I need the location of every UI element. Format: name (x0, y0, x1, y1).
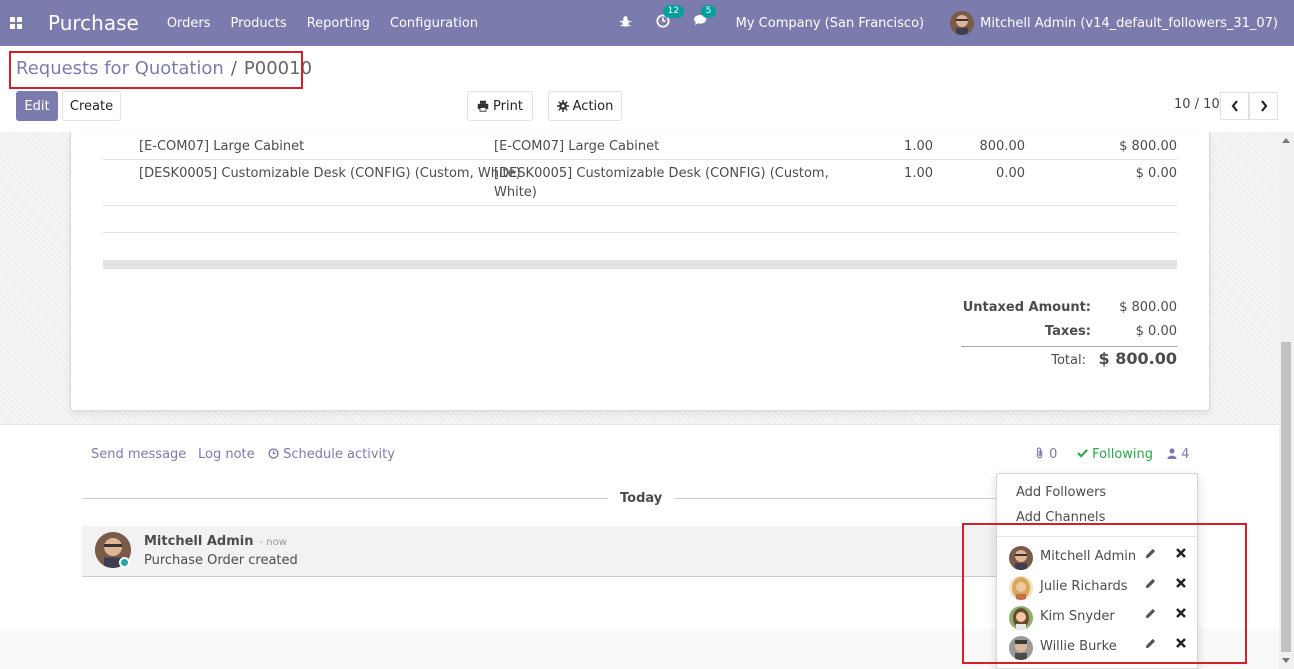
pager-previous-button[interactable] (1220, 92, 1249, 120)
app-name[interactable]: Purchase (48, 11, 139, 35)
line-product[interactable]: [DESK0005] Customizable Desk (CONFIG) (C… (139, 164, 521, 183)
message-body: Purchase Order created (144, 553, 298, 568)
line-subtotal: $ 800.00 (1119, 139, 1177, 154)
message-time: - now (259, 537, 287, 548)
company-switcher[interactable]: My Company (San Francisco) (736, 16, 924, 31)
user-icon (1167, 448, 1177, 459)
online-status-indicator (119, 557, 130, 568)
line-description-cont[interactable]: White) (494, 183, 537, 202)
empty-line-row (103, 206, 1177, 233)
breadcrumb-highlight-box (9, 51, 303, 89)
edit-button[interactable]: Edit (16, 91, 58, 121)
line-quantity[interactable]: 1.00 (863, 137, 933, 156)
line-subtotal: $ 0.00 (1135, 166, 1177, 181)
attachments-button[interactable]: 0 (1035, 447, 1057, 462)
message-author-name: Mitchell Admin (144, 534, 254, 549)
print-icon (477, 100, 489, 112)
gear-icon (556, 100, 569, 112)
line-product[interactable]: [E-COM07] Large Cabinet (139, 137, 304, 156)
create-button[interactable]: Create (62, 91, 121, 121)
menu-reporting[interactable]: Reporting (307, 16, 370, 31)
scroll-thumb[interactable] (1281, 342, 1291, 652)
action-label: Action (572, 98, 614, 114)
message-author[interactable]: Mitchell Admin - now (144, 534, 287, 549)
top-navbar: Purchase Orders Products Reporting Confi… (0, 0, 1294, 46)
untaxed-amount-value: $ 800.00 (1119, 300, 1177, 315)
message-count-badge: 5 (700, 5, 717, 18)
following-button[interactable]: Following (1077, 447, 1153, 462)
line-unit-price[interactable]: 0.00 (955, 164, 1025, 183)
menu-configuration[interactable]: Configuration (390, 16, 478, 31)
followers-count: 4 (1181, 447, 1190, 462)
order-line-row[interactable]: [E-COM07] Large Cabinet [E-COM07] Large … (103, 132, 1177, 160)
followers-button[interactable]: 4 (1167, 447, 1189, 462)
form-sheet: [E-COM07] Large Cabinet [E-COM07] Large … (70, 132, 1210, 411)
activity-clock-icon[interactable]: 12 (656, 5, 685, 32)
lines-footer (103, 260, 1177, 269)
totals-divider (961, 346, 1177, 347)
user-avatar[interactable] (950, 11, 975, 35)
check-icon (1077, 449, 1088, 458)
apps-menu-icon[interactable] (0, 0, 32, 46)
menu-orders[interactable]: Orders (167, 16, 211, 31)
action-button[interactable]: Action (548, 91, 622, 121)
empty-line-row (103, 233, 1177, 260)
schedule-activity-label: Schedule activity (283, 447, 395, 462)
untaxed-amount-label: Untaxed Amount: (962, 300, 1091, 315)
taxes-value: $ 0.00 (1135, 324, 1177, 339)
menu-products[interactable]: Products (231, 16, 287, 31)
chevron-left-icon (1231, 100, 1238, 112)
scroll-up-arrow[interactable] (1282, 138, 1290, 143)
paperclip-icon (1036, 447, 1043, 459)
user-menu[interactable]: Mitchell Admin (v14_default_followers_31… (980, 16, 1278, 31)
print-button[interactable]: Print (467, 91, 533, 121)
total-value: $ 800.00 (1098, 349, 1177, 368)
line-description[interactable]: [DESK0005] Customizable Desk (CONFIG) (C… (494, 164, 829, 183)
date-separator-label: Today (608, 491, 675, 506)
debug-bug-icon[interactable] (619, 15, 632, 32)
pager-value[interactable]: 10 / 10 (1174, 97, 1220, 112)
attachments-count: 0 (1049, 447, 1058, 462)
log-note-button[interactable]: Log note (198, 447, 255, 462)
chevron-right-icon (1260, 100, 1267, 112)
line-description[interactable]: [E-COM07] Large Cabinet (494, 137, 659, 156)
line-unit-price[interactable]: 800.00 (955, 137, 1026, 156)
clock-icon (268, 448, 279, 459)
schedule-activity-button[interactable]: Schedule activity (268, 447, 395, 462)
send-message-button[interactable]: Send message (91, 447, 186, 462)
activity-count-badge: 12 (662, 5, 685, 18)
page-scrollbar[interactable] (1279, 132, 1294, 669)
line-quantity[interactable]: 1.00 (863, 164, 933, 183)
taxes-label: Taxes: (1044, 324, 1091, 339)
following-label: Following (1092, 447, 1154, 462)
print-label: Print (493, 98, 523, 114)
scroll-down-arrow[interactable] (1282, 658, 1290, 663)
messaging-chat-icon[interactable]: 5 (693, 5, 717, 32)
pager-next-button[interactable] (1249, 92, 1278, 120)
order-line-row[interactable]: [DESK0005] Customizable Desk (CONFIG) (C… (103, 160, 1177, 206)
add-followers-button[interactable]: Add Followers (1016, 485, 1106, 500)
followers-highlight-box (962, 523, 1247, 664)
